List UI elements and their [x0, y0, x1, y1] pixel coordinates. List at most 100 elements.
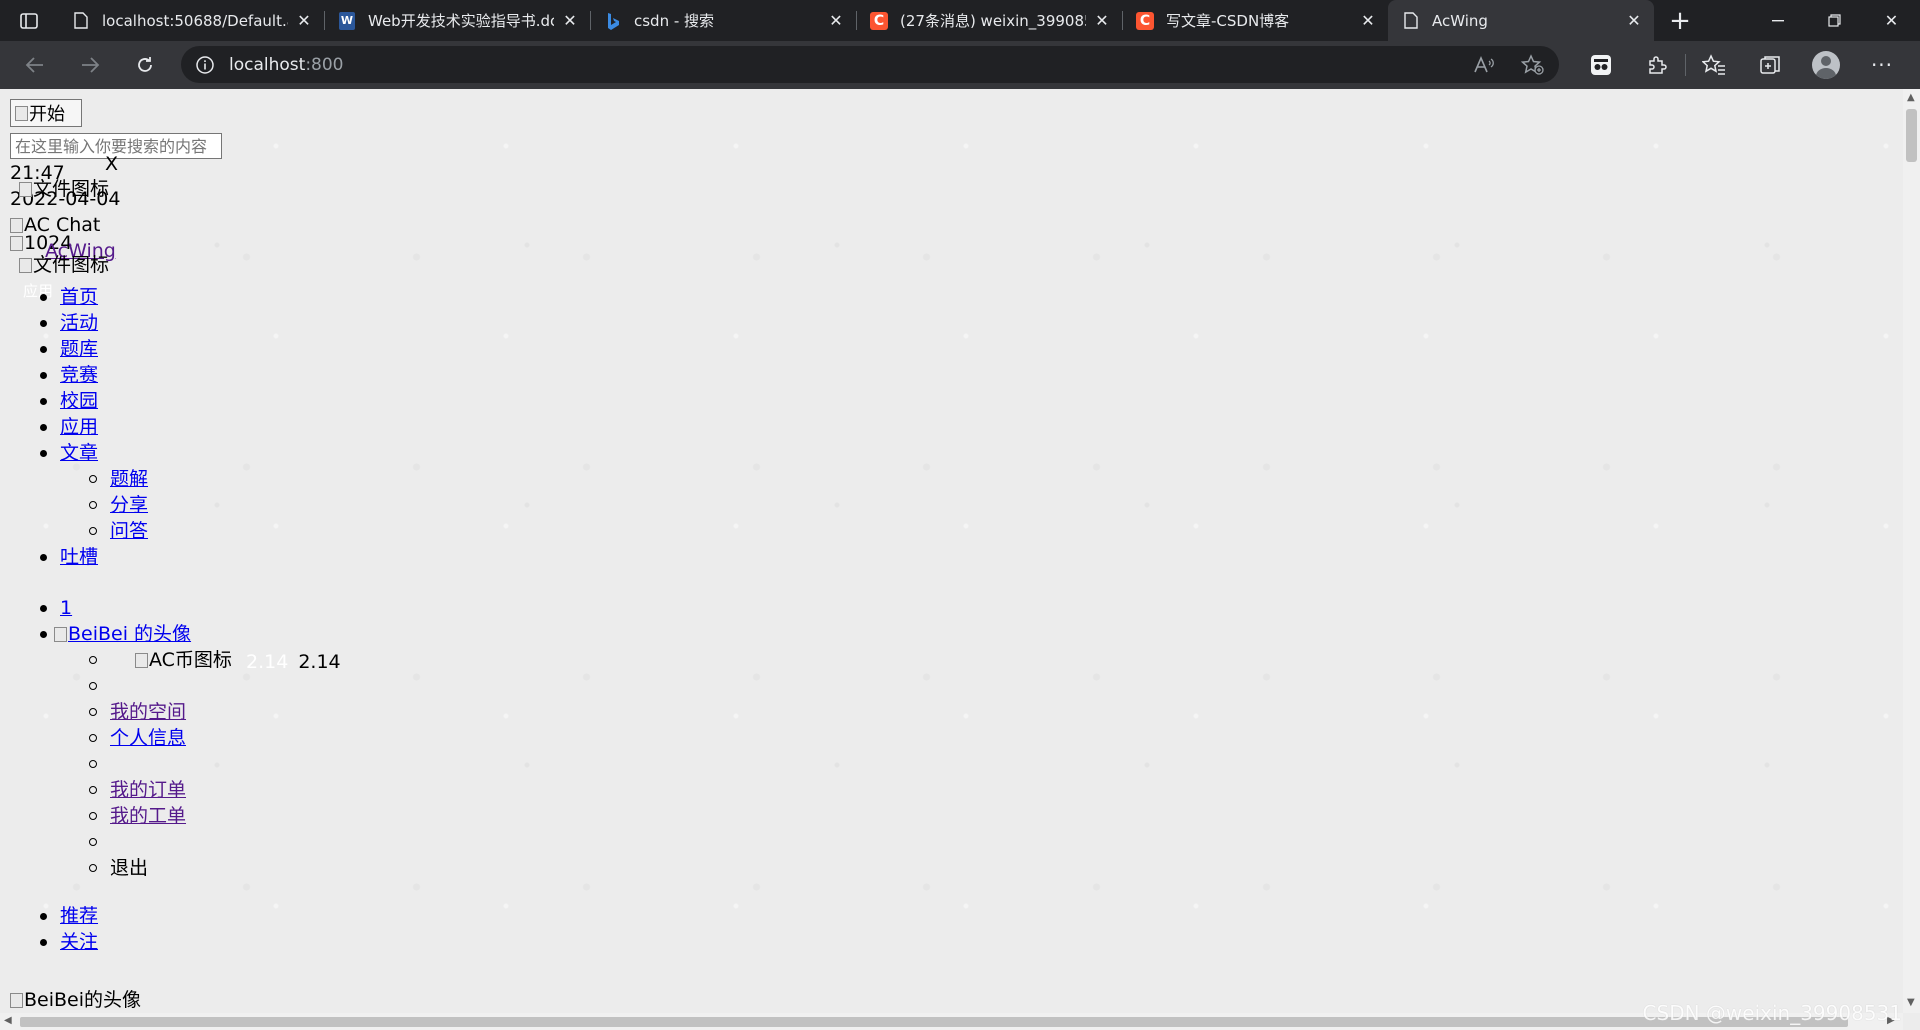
nav-link-solutions[interactable]: 题解	[110, 468, 148, 490]
tab-bing-search[interactable]: csdn - 搜索 ✕	[590, 0, 856, 41]
nav-link-activity[interactable]: 活动	[60, 312, 98, 334]
url-host: localhost	[229, 54, 306, 75]
bottom-avatar-broken-image[interactable]: BeiBei的头像	[10, 988, 141, 1012]
user-menu-divider	[10, 751, 341, 777]
address-bar[interactable]: localhost:800	[181, 46, 1559, 83]
scroll-down-icon[interactable]: ▼	[1907, 997, 1915, 1008]
read-aloud-icon[interactable]	[1473, 55, 1495, 75]
profile-link[interactable]: 个人信息	[110, 727, 186, 749]
coin-ghost-value: 2.14	[245, 650, 289, 673]
vertical-scrollbar[interactable]: ▲ ▼	[1903, 89, 1920, 1013]
coin-balance: 2.14	[298, 650, 341, 673]
restore-button[interactable]	[1806, 0, 1863, 41]
new-tab-button[interactable]: +	[1654, 0, 1706, 41]
nav-link-qa[interactable]: 问答	[110, 520, 148, 542]
user-menu-orders: 我的订单	[10, 777, 341, 803]
extension-app-icon	[1591, 55, 1611, 75]
tab-localhost-default[interactable]: localhost:50688/Default.asp ✕	[58, 0, 324, 41]
my-tickets-link[interactable]: 我的工单	[110, 805, 186, 827]
refresh-icon	[137, 57, 152, 72]
user-notification-item: 1	[10, 595, 341, 621]
puzzle-icon	[1649, 56, 1667, 74]
favorites-star-icon	[1702, 54, 1725, 75]
file-icon-broken: 文件图标	[19, 177, 109, 201]
favorites-button[interactable]	[1686, 54, 1742, 76]
my-space-link[interactable]: 我的空间	[110, 701, 186, 723]
add-favorite-icon[interactable]	[1521, 53, 1545, 76]
nav-link-articles[interactable]: 文章	[60, 442, 98, 464]
settings-more-button[interactable]: ···	[1854, 53, 1910, 77]
extension-button[interactable]	[1573, 54, 1629, 76]
page-icon	[1402, 12, 1420, 30]
ac-coin-broken-icon: AC币图标	[135, 647, 232, 673]
user-menu-profile: 个人信息	[10, 725, 341, 751]
start-button-alt: 开始	[29, 104, 65, 124]
nav-subitem-qa: 问答	[10, 518, 341, 544]
recommend-link[interactable]: 推荐	[60, 905, 98, 927]
restore-icon	[1828, 14, 1841, 27]
logout-button[interactable]: 退出	[110, 857, 148, 879]
nav-item-home: 首页	[10, 284, 341, 310]
close-x-button[interactable]: X	[105, 152, 118, 176]
nav-link-home[interactable]: 首页	[60, 286, 98, 308]
user-avatar-link[interactable]: BeiBei 的头像	[54, 621, 191, 647]
page-icon	[72, 12, 90, 30]
close-tab-icon[interactable]: ✕	[560, 11, 580, 30]
user-menu-my-space: 我的空间	[10, 699, 341, 725]
back-button[interactable]	[7, 56, 62, 74]
csdn-icon: C	[870, 11, 888, 30]
forward-button[interactable]	[62, 56, 117, 74]
profile-avatar-icon	[1812, 51, 1840, 79]
nav-item-problems: 题库	[10, 336, 341, 362]
nav-link-contest[interactable]: 竞赛	[60, 364, 98, 386]
scroll-up-icon[interactable]: ▲	[1907, 92, 1915, 103]
start-button[interactable]: 开始	[10, 99, 82, 127]
collections-button[interactable]	[1742, 54, 1798, 76]
minimize-icon	[1771, 19, 1784, 21]
profile-button[interactable]	[1798, 51, 1854, 79]
vertical-scroll-thumb[interactable]	[1906, 109, 1917, 162]
close-tab-icon[interactable]: ✕	[1358, 11, 1378, 30]
tab-csdn-messages[interactable]: C (27条消息) weixin_3990853 ✕	[856, 0, 1122, 41]
url-port: :800	[305, 54, 344, 75]
nav-item-campus: 校园	[10, 388, 341, 414]
nav-item-contest: 竞赛	[10, 362, 341, 388]
close-tab-icon[interactable]: ✕	[1092, 11, 1112, 30]
close-tab-icon[interactable]: ✕	[826, 11, 846, 30]
tab-title: AcWing	[1432, 11, 1488, 30]
user-menu-divider	[10, 829, 341, 855]
nav-item-apps: 应用	[10, 414, 341, 440]
refresh-button[interactable]	[117, 55, 172, 75]
nav-link-campus[interactable]: 校园	[60, 390, 98, 412]
bing-icon	[604, 12, 622, 30]
main-nav-list: 首页 活动 题库 竞赛 校园 应用 文章 题解 分享 问答 吐槽 1 BeiBe…	[10, 284, 341, 955]
word-doc-icon: W	[338, 11, 356, 30]
nav-link-rants[interactable]: 吐槽	[60, 546, 98, 568]
tab-actions-button[interactable]	[0, 0, 58, 41]
nav-subitem-share: 分享	[10, 492, 341, 518]
minimize-button[interactable]	[1749, 0, 1806, 41]
tab-actions-icon	[20, 12, 38, 29]
plus-icon: +	[1669, 5, 1691, 36]
arrow-left-icon	[25, 57, 43, 73]
close-tab-icon[interactable]: ✕	[1624, 11, 1644, 30]
horizontal-scrollbar[interactable]: ◀ ▶	[0, 1013, 1903, 1030]
nav-link-apps[interactable]: 应用	[60, 416, 98, 438]
tab-acwing[interactable]: AcWing ✕	[1388, 0, 1654, 41]
info-icon[interactable]	[195, 55, 215, 75]
tab-web-doc[interactable]: W Web开发技术实验指导书.dc ✕	[324, 0, 590, 41]
scroll-left-icon[interactable]: ◀	[4, 1015, 12, 1026]
notification-count-link[interactable]: 1	[60, 597, 72, 619]
nav-link-share[interactable]: 分享	[110, 494, 148, 516]
avatar-alt: BeiBei 的头像	[68, 623, 192, 645]
close-window-button[interactable]: ✕	[1863, 0, 1920, 41]
url-text[interactable]: localhost:800	[229, 55, 344, 75]
tab-title: 写文章-CSDN博客	[1166, 12, 1290, 30]
extensions-button[interactable]	[1629, 54, 1685, 76]
horizontal-scroll-thumb[interactable]	[20, 1017, 1848, 1027]
close-tab-icon[interactable]: ✕	[294, 11, 314, 30]
tab-csdn-write[interactable]: C 写文章-CSDN博客 ✕	[1122, 0, 1388, 41]
follow-link[interactable]: 关注	[60, 931, 98, 953]
my-orders-link[interactable]: 我的订单	[110, 779, 186, 801]
nav-link-problems[interactable]: 题库	[60, 338, 98, 360]
